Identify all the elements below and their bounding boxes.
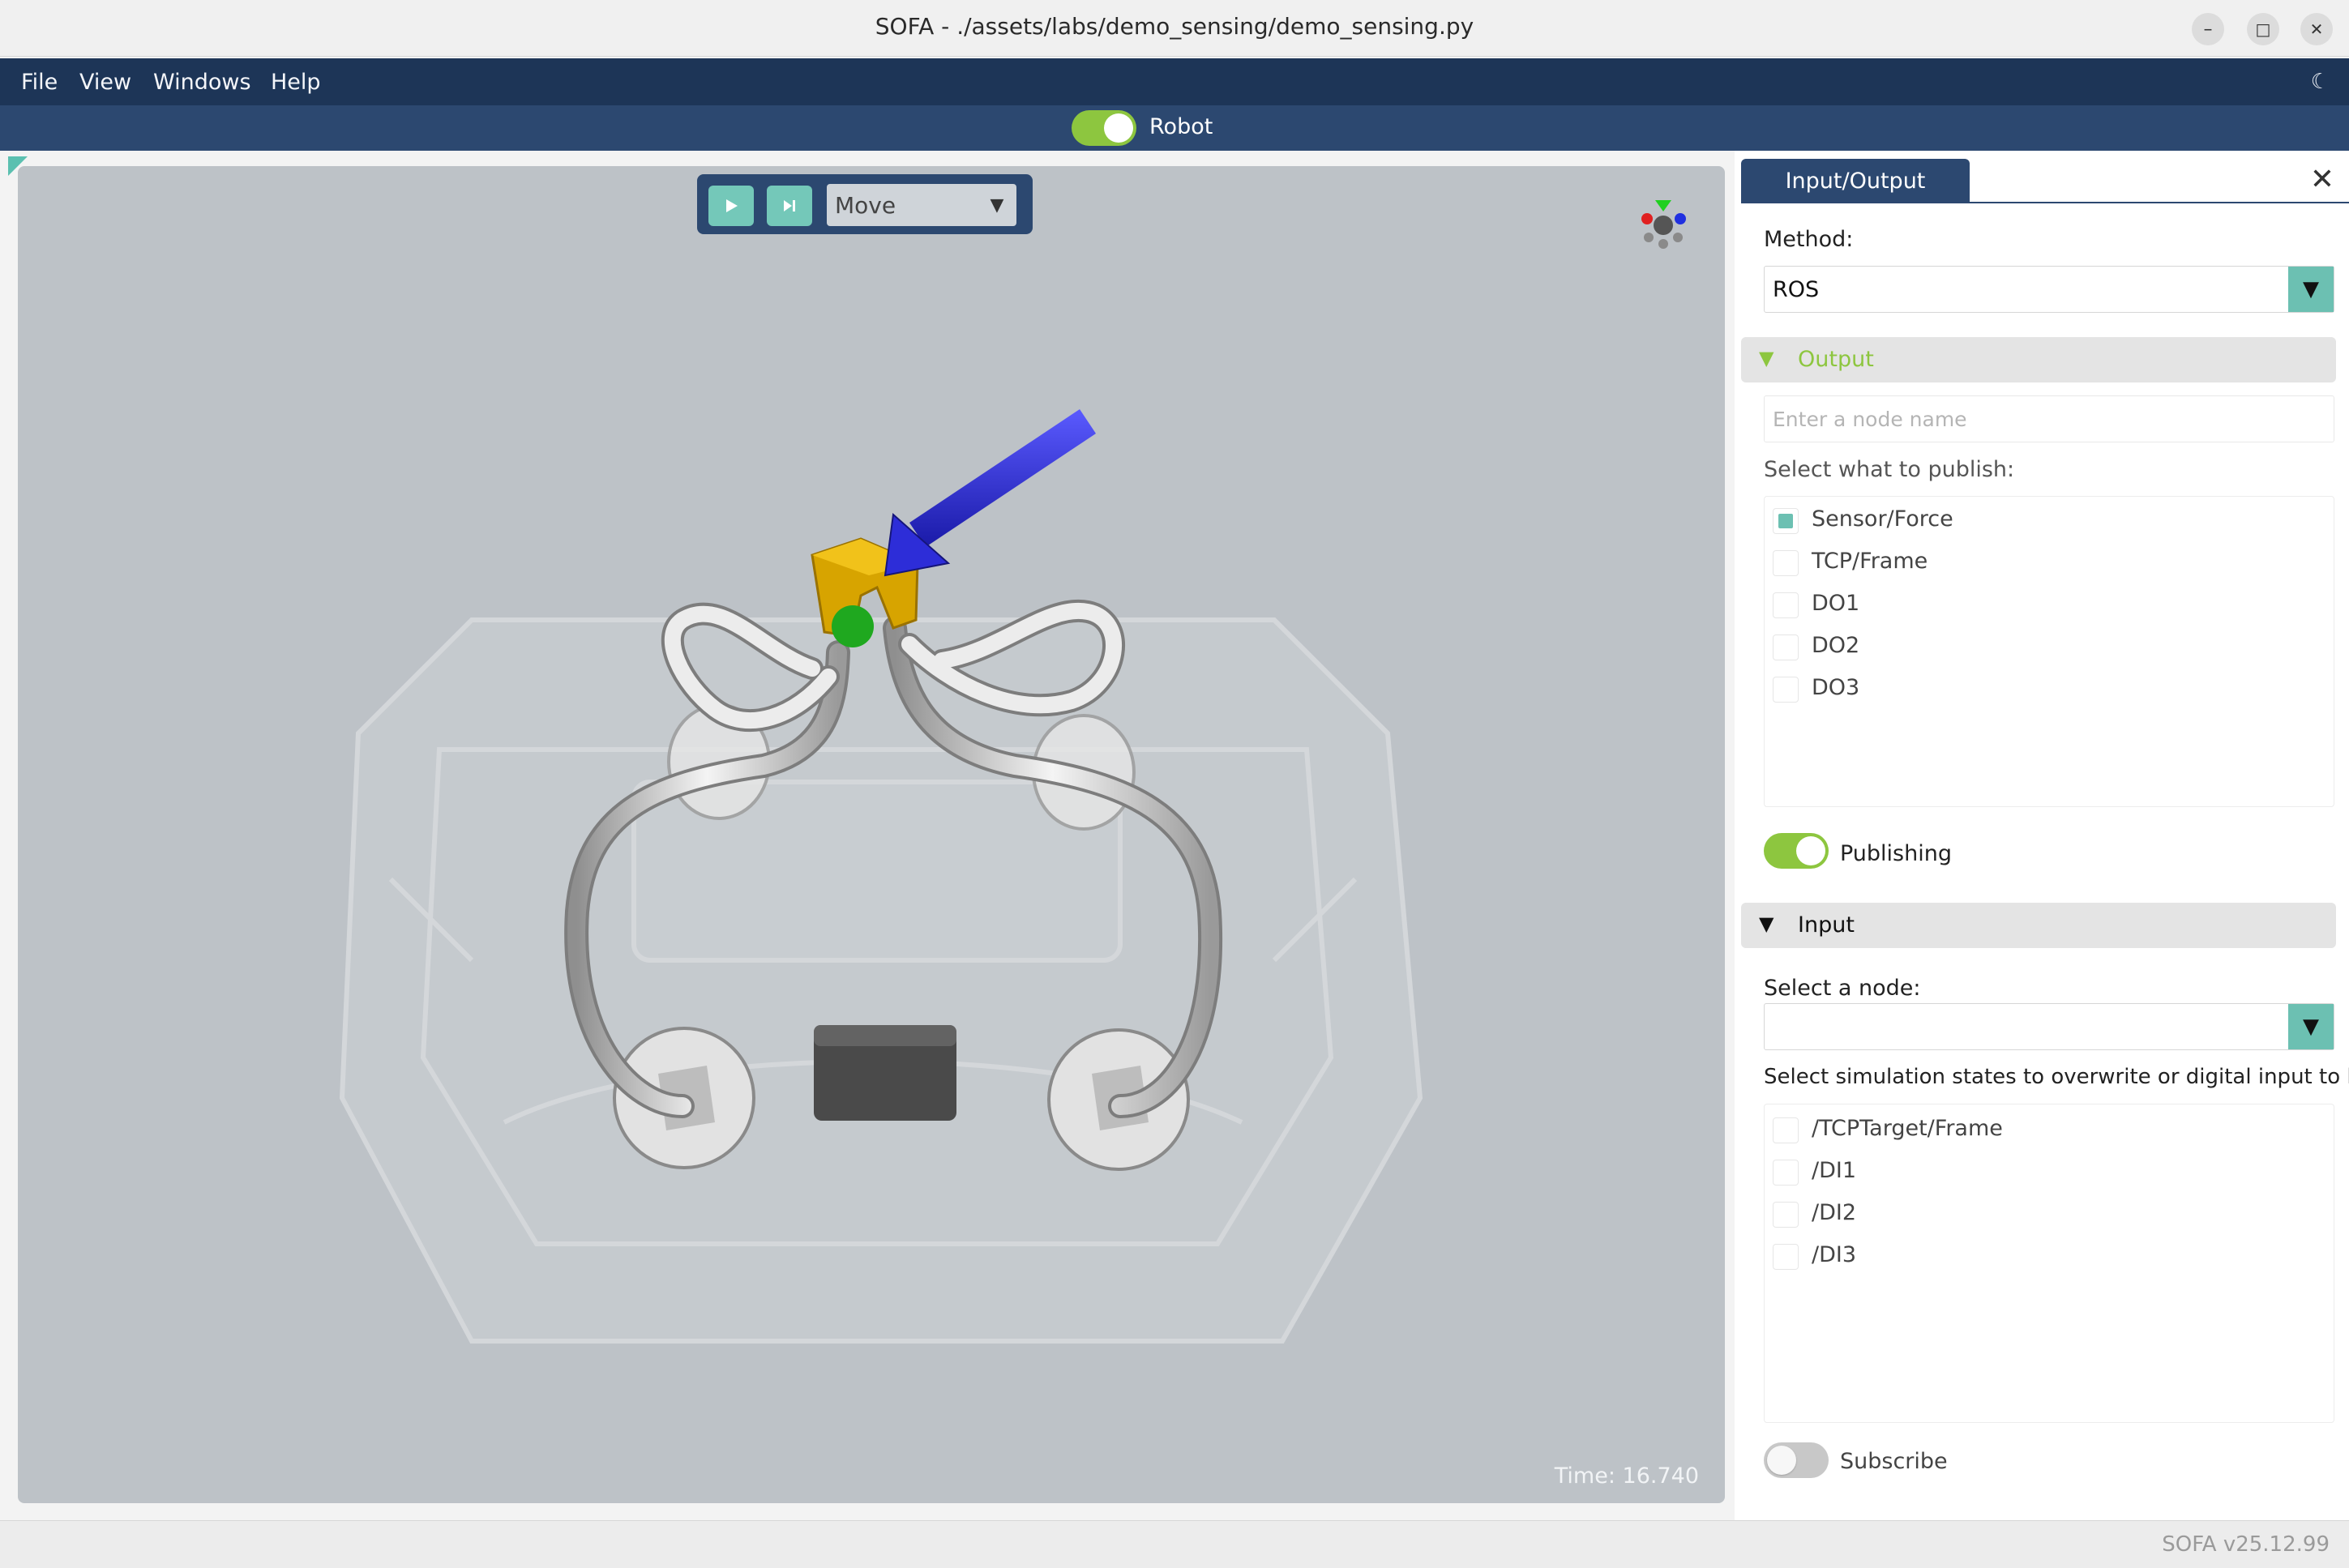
method-value: ROS bbox=[1773, 277, 1820, 302]
contact-point-marker bbox=[832, 605, 874, 647]
node-name-input[interactable]: Enter a node name bbox=[1764, 395, 2334, 442]
collapse-triangle-icon: ▼ bbox=[1759, 347, 1774, 370]
window-title: SOFA - ./assets/labs/demo_sensing/demo_s… bbox=[875, 13, 1474, 40]
state-checkbox[interactable] bbox=[1773, 1160, 1799, 1186]
publishing-label: Publishing bbox=[1840, 841, 1952, 866]
simulation-toolbar: Move ▼ bbox=[697, 174, 1033, 234]
publish-label: Select what to publish: bbox=[1764, 457, 2015, 482]
state-item-label: /TCPTarget/Frame bbox=[1812, 1116, 2003, 1141]
method-select[interactable]: ROS ▼ bbox=[1764, 266, 2334, 313]
toggle-knob bbox=[1767, 1446, 1796, 1475]
menu-windows[interactable]: Windows bbox=[153, 70, 251, 95]
tab-underline bbox=[1741, 202, 2349, 203]
publish-list: Sensor/Force TCP/Frame DO1 DO2 DO3 bbox=[1764, 496, 2334, 807]
publish-item-label: DO1 bbox=[1812, 591, 1860, 616]
minimize-button[interactable]: – bbox=[2192, 13, 2224, 45]
input-node-select[interactable]: ▼ bbox=[1764, 1003, 2334, 1050]
robot-toggle[interactable] bbox=[1072, 110, 1136, 146]
toggle-knob bbox=[1104, 113, 1133, 143]
3d-viewport[interactable]: Move ▼ Time: 16.740 bbox=[18, 166, 1725, 1503]
menu-bar: File View Windows Help ☾ bbox=[0, 58, 2349, 105]
menu-view[interactable]: View bbox=[79, 70, 131, 95]
toggle-knob bbox=[1796, 836, 1825, 865]
state-item-label: /DI2 bbox=[1812, 1200, 1857, 1225]
play-button[interactable] bbox=[708, 186, 754, 226]
input-section-header[interactable]: ▼ Input bbox=[1741, 903, 2336, 948]
state-item-label: /DI3 bbox=[1812, 1242, 1857, 1267]
status-bar: SOFA v25.12.99 bbox=[0, 1520, 2349, 1568]
theme-toggle-icon[interactable]: ☾ bbox=[2311, 70, 2330, 94]
publishing-toggle[interactable] bbox=[1764, 833, 1829, 869]
sensor-box bbox=[814, 1025, 956, 1121]
publish-checkbox[interactable] bbox=[1773, 508, 1799, 534]
output-section-title: Output bbox=[1798, 347, 1874, 372]
version-label: SOFA v25.12.99 bbox=[2162, 1532, 2330, 1557]
play-icon bbox=[726, 199, 738, 212]
subscribe-label: Subscribe bbox=[1840, 1449, 1948, 1474]
output-section-header[interactable]: ▼ Output bbox=[1741, 337, 2336, 382]
state-checkbox[interactable] bbox=[1773, 1202, 1799, 1228]
axis-gizmo-icon bbox=[1641, 200, 1686, 249]
close-panel-icon[interactable]: ✕ bbox=[2310, 165, 2334, 194]
publish-checkbox[interactable] bbox=[1773, 677, 1799, 703]
robot-toggle-label: Robot bbox=[1149, 114, 1213, 139]
subscribe-toggle[interactable] bbox=[1764, 1442, 1829, 1478]
close-window-button[interactable]: ✕ bbox=[2300, 13, 2333, 45]
publish-item-label: TCP/Frame bbox=[1812, 549, 1928, 574]
publish-checkbox[interactable] bbox=[1773, 550, 1799, 576]
step-forward-icon bbox=[784, 200, 795, 211]
scene-render bbox=[339, 200, 1686, 1344]
chevron-down-icon: ▼ bbox=[990, 194, 1004, 216]
publish-item-label: DO2 bbox=[1812, 633, 1860, 658]
publish-item-label: Sensor/Force bbox=[1812, 506, 1953, 532]
node-name-placeholder: Enter a node name bbox=[1773, 408, 1967, 431]
publish-item-label: DO3 bbox=[1812, 675, 1860, 700]
interaction-mode-select[interactable]: Move ▼ bbox=[827, 184, 1016, 226]
input-section-title: Input bbox=[1798, 912, 1855, 938]
menu-file[interactable]: File bbox=[21, 70, 58, 95]
state-checkbox[interactable] bbox=[1773, 1117, 1799, 1143]
tab-input-output[interactable]: Input/Output bbox=[1741, 159, 1970, 203]
step-button[interactable] bbox=[767, 186, 812, 226]
base-ghost bbox=[339, 617, 1423, 1344]
force-arrow bbox=[884, 409, 1096, 577]
chevron-down-icon: ▼ bbox=[2288, 267, 2334, 312]
state-checkbox[interactable] bbox=[1773, 1244, 1799, 1270]
window-titlebar: SOFA - ./assets/labs/demo_sensing/demo_s… bbox=[0, 0, 2349, 57]
interaction-mode-value: Move bbox=[835, 192, 896, 219]
menu-help[interactable]: Help bbox=[271, 70, 321, 95]
state-item-label: /DI1 bbox=[1812, 1158, 1857, 1183]
publish-checkbox[interactable] bbox=[1773, 634, 1799, 660]
chevron-down-icon: ▼ bbox=[2288, 1004, 2334, 1049]
collapse-triangle-icon: ▼ bbox=[1759, 912, 1774, 935]
states-list: /TCPTarget/Frame /DI1 /DI2 /DI3 bbox=[1764, 1104, 2334, 1423]
publish-checkbox[interactable] bbox=[1773, 592, 1799, 618]
simulation-time: Time: 16.740 bbox=[1554, 1463, 1699, 1489]
method-label: Method: bbox=[1764, 227, 1854, 252]
select-node-label: Select a node: bbox=[1764, 976, 1921, 1001]
states-label: Select simulation states to overwrite or… bbox=[1764, 1065, 2349, 1089]
maximize-button[interactable]: □ bbox=[2247, 13, 2279, 45]
input-output-panel: Input/Output ✕ Method: ROS ▼ ▼ Output En… bbox=[1735, 151, 2349, 1520]
